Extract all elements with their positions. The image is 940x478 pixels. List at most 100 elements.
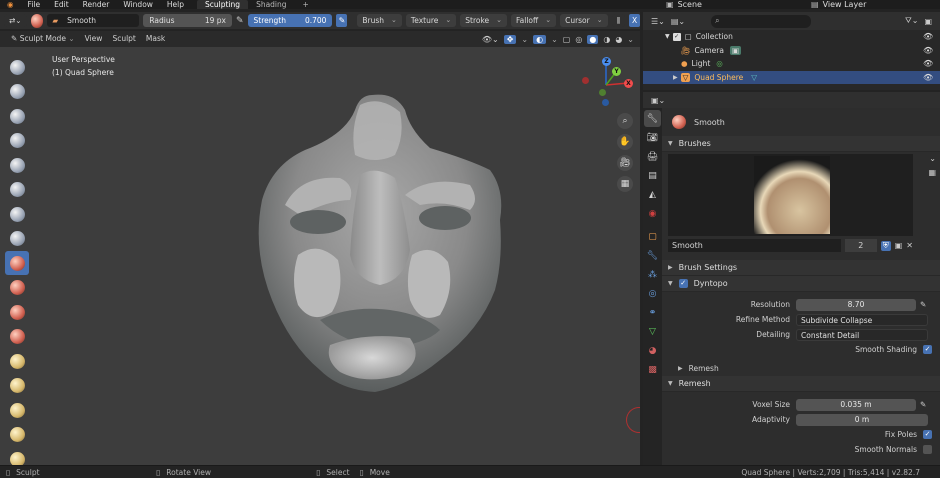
- scene-name[interactable]: Scene: [678, 0, 768, 9]
- eye-icon[interactable]: 👁︎: [923, 73, 933, 82]
- add-workspace-button[interactable]: +: [295, 0, 317, 9]
- navigation-gizmo[interactable]: Z X Y: [580, 55, 638, 110]
- adaptivity-field[interactable]: 0 m: [796, 413, 928, 426]
- visibility-icon[interactable]: 👁︎⌄: [482, 35, 499, 44]
- outliner-search-input[interactable]: ⌕: [711, 14, 812, 28]
- tool-smooth[interactable]: [5, 251, 29, 275]
- outliner-row-camera[interactable]: 🎥︎ Camera ▣ 👁︎: [643, 44, 940, 58]
- shading-material-icon[interactable]: ◑: [603, 35, 610, 44]
- brush-users-count[interactable]: 2: [844, 239, 877, 252]
- tab-scene[interactable]: ◭: [644, 186, 661, 203]
- gizmo-neg-x-axis[interactable]: [582, 77, 589, 84]
- eye-icon[interactable]: 👁︎: [923, 59, 933, 68]
- tool-pinch[interactable]: [5, 349, 29, 373]
- strength-pressure-icon[interactable]: ✎: [336, 14, 348, 27]
- gizmo-neg-z-axis[interactable]: [602, 99, 609, 106]
- tool-clay-strips[interactable]: [5, 129, 29, 153]
- tab-output[interactable]: 🖨︎: [644, 148, 661, 165]
- gizmo-dropdown-icon[interactable]: ⌄: [521, 35, 528, 44]
- editor-type-button[interactable]: ⇄⌄: [4, 14, 27, 27]
- tool-draw-sharp[interactable]: [5, 80, 29, 104]
- view-layer-icon[interactable]: ▤: [811, 0, 819, 9]
- tab-object[interactable]: ▢: [644, 228, 661, 245]
- eyedropper-icon[interactable]: ✎: [920, 300, 926, 309]
- menu-help[interactable]: Help: [160, 0, 191, 9]
- symmetry-x-toggle[interactable]: X: [629, 14, 640, 27]
- camera-view-icon[interactable]: 🎥︎: [617, 155, 633, 171]
- tab-texture[interactable]: ▩: [644, 361, 661, 378]
- tool-thumb[interactable]: [5, 423, 29, 447]
- new-collection-icon[interactable]: ▣: [924, 17, 940, 26]
- smooth-normals-checkbox[interactable]: [923, 445, 932, 454]
- eye-icon[interactable]: 👁︎: [923, 46, 933, 55]
- refine-method-dropdown[interactable]: Subdivide Collapse: [796, 313, 928, 326]
- tool-flatten[interactable]: [5, 276, 29, 300]
- brush-name-field[interactable]: Smooth: [668, 239, 841, 252]
- gizmo-y-axis[interactable]: Y: [612, 67, 621, 76]
- pan-hand-icon[interactable]: ✋: [617, 134, 633, 150]
- tool-snake-hook[interactable]: [5, 398, 29, 422]
- menu-window[interactable]: Window: [116, 0, 160, 9]
- fix-poles-checkbox[interactable]: ✓: [923, 430, 932, 439]
- tool-fill[interactable]: [5, 300, 29, 324]
- section-brush-settings[interactable]: ▶ Brush Settings: [662, 260, 940, 276]
- tool-clay[interactable]: [5, 104, 29, 128]
- outliner-row-quad-sphere[interactable]: ▶ ▽ Quad Sphere ▽ 👁︎: [643, 70, 940, 84]
- tab-material[interactable]: ◕: [644, 342, 661, 359]
- brush-list-expand-icon[interactable]: ⌄: [929, 154, 936, 163]
- scene-icon[interactable]: ▣: [666, 0, 674, 9]
- tab-world[interactable]: ◉: [644, 205, 661, 222]
- tab-render[interactable]: 📷︎: [644, 129, 661, 146]
- brush-list-grid-icon[interactable]: ▦: [928, 168, 936, 177]
- expand-arrow-icon[interactable]: ▶: [673, 74, 678, 81]
- tab-sculpting[interactable]: Sculpting: [197, 0, 249, 9]
- resolution-field[interactable]: 8.70: [796, 298, 916, 311]
- sculpt-mode-dropdown[interactable]: ✎ Sculpt Mode ⌄: [6, 31, 80, 47]
- symmetry-icon[interactable]: ⫼: [611, 14, 626, 27]
- gizmo-neg-y-axis[interactable]: [599, 89, 606, 96]
- overlay-toggle-icon[interactable]: ◐: [533, 34, 547, 44]
- falloff-menu[interactable]: Falloff: [511, 14, 557, 27]
- smooth-shading-checkbox[interactable]: ✓: [923, 345, 932, 354]
- voxel-size-field[interactable]: 0.035 m: [796, 398, 916, 411]
- cursor-menu[interactable]: Cursor: [560, 14, 608, 27]
- view-menu[interactable]: View: [80, 31, 108, 47]
- outliner-editor-icon[interactable]: ☰⌄: [651, 17, 665, 26]
- brush-thumbnail[interactable]: [668, 154, 913, 236]
- tool-blob[interactable]: [5, 202, 29, 226]
- 3d-viewport[interactable]: [0, 47, 640, 465]
- mask-menu[interactable]: Mask: [141, 31, 170, 47]
- menu-file[interactable]: File: [21, 0, 48, 9]
- outliner-row-light[interactable]: ● Light ◎ 👁︎: [643, 57, 940, 71]
- outliner-row-collection[interactable]: ▼ ✓ ▢ Collection 👁︎: [643, 30, 940, 44]
- gizmo-z-axis[interactable]: Z: [602, 57, 611, 66]
- brush-selector[interactable]: ▰ Smooth: [47, 14, 140, 27]
- checkbox-icon[interactable]: ✓: [672, 32, 681, 41]
- tab-modifiers[interactable]: 🔧︎: [644, 247, 661, 264]
- duplicate-brush-icon[interactable]: ▣: [895, 241, 903, 250]
- menu-edit[interactable]: Edit: [47, 0, 76, 9]
- tool-inflate[interactable]: [5, 178, 29, 202]
- dyntopo-checkbox[interactable]: ✓: [678, 279, 688, 288]
- tab-constraints[interactable]: ⚭: [644, 304, 661, 321]
- filter-icon[interactable]: ⛛⌄: [905, 16, 918, 26]
- grid-projection-icon[interactable]: ▦: [617, 176, 633, 192]
- tool-scrape[interactable]: [5, 325, 29, 349]
- brush-preview-icon[interactable]: [30, 13, 44, 28]
- tool-crease[interactable]: [5, 227, 29, 251]
- section-remesh[interactable]: ▼ Remesh: [662, 376, 940, 392]
- gizmo-toggle-icon[interactable]: ✥: [503, 34, 517, 44]
- sculpt-menu[interactable]: Sculpt: [107, 31, 140, 47]
- tool-layer[interactable]: [5, 153, 29, 177]
- shading-rendered-icon[interactable]: ◕: [615, 35, 622, 44]
- subsection-remesh[interactable]: ▶ Remesh: [662, 361, 940, 376]
- blender-logo-icon[interactable]: ◉: [0, 0, 21, 9]
- tab-physics[interactable]: ◎: [644, 285, 661, 302]
- display-mode-icon[interactable]: ▤⌄: [671, 17, 685, 26]
- expand-arrow-icon[interactable]: ▼: [665, 33, 670, 40]
- detailing-dropdown[interactable]: Constant Detail: [796, 328, 928, 341]
- radius-field[interactable]: Radius 19 px: [143, 14, 232, 27]
- sculpt-mesh[interactable]: [0, 47, 640, 465]
- tool-draw[interactable]: [5, 55, 29, 79]
- gizmo-x-axis[interactable]: X: [624, 79, 633, 88]
